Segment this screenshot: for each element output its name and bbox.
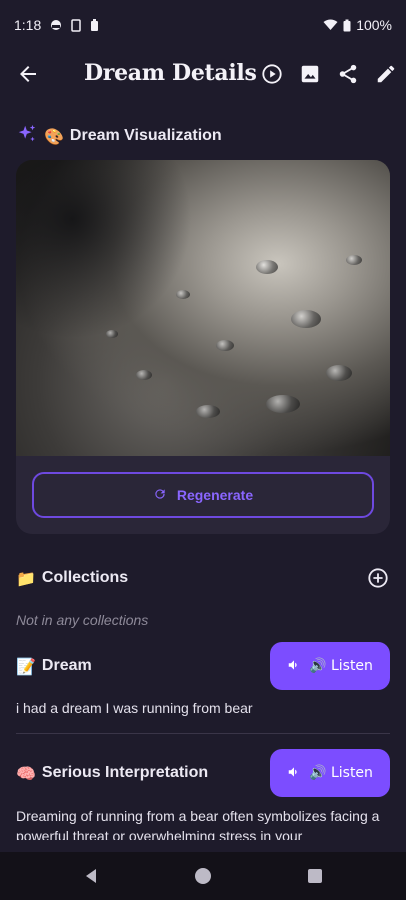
brain-icon: 🧠 — [16, 763, 36, 783]
sim-card-icon — [71, 18, 81, 32]
image-icon[interactable] — [298, 62, 322, 86]
visualization-heading: 🎨 Dream Visualization — [16, 124, 222, 148]
memo-icon: 📝 — [16, 656, 36, 676]
status-right: 100% — [323, 17, 392, 33]
regenerate-button[interactable]: Regenerate — [32, 472, 374, 518]
dream-listen-button[interactable]: 🔊 Listen — [270, 642, 390, 690]
collections-heading: 📁 Collections — [16, 566, 390, 590]
app-notification-icon — [50, 19, 62, 31]
regenerate-label: Regenerate — [176, 487, 254, 503]
play-icon[interactable] — [260, 62, 284, 86]
arrow-back-icon[interactable] — [16, 62, 40, 86]
refresh-icon — [153, 487, 167, 504]
volume-icon — [287, 658, 301, 675]
nav-recents-icon[interactable] — [301, 862, 329, 890]
visualization-title: Dream Visualization — [69, 127, 222, 144]
battery-saver-icon — [90, 18, 99, 32]
battery-icon — [343, 19, 351, 32]
dream-title: Dream — [41, 657, 92, 674]
battery-percent: 100% — [356, 17, 392, 33]
status-bar: 1:18 100% — [0, 0, 406, 50]
nav-home-icon[interactable] — [189, 862, 217, 890]
dream-title-group: 📝 Dream — [16, 657, 92, 676]
edit-icon[interactable] — [374, 62, 398, 86]
interpretation-text: Dreaming of running from a bear often sy… — [16, 808, 380, 840]
dream-image — [16, 160, 390, 456]
nav-back-icon[interactable] — [77, 862, 105, 890]
collections-empty-text: Not in any collections — [16, 612, 149, 628]
interpretation-title-group: 🧠 Serious Interpretation — [16, 764, 208, 783]
status-time: 1:18 — [14, 17, 42, 33]
share-icon[interactable] — [336, 62, 360, 86]
page-title: Dream Details — [84, 60, 257, 86]
volume-icon — [287, 765, 301, 782]
interpretation-listen-button[interactable]: 🔊 Listen — [270, 749, 390, 797]
app-bar-actions — [260, 62, 398, 86]
dream-text: i had a dream I was running from bear — [16, 700, 253, 716]
app-bar: Dream Details — [0, 50, 406, 98]
interpretation-listen-label: 🔊 Listen — [309, 765, 373, 781]
divider — [16, 733, 390, 734]
dream-section-header: 📝 Dream 🔊 Listen — [16, 642, 390, 690]
wifi-icon — [323, 19, 338, 31]
dream-listen-label: 🔊 Listen — [309, 658, 373, 674]
interpretation-title: Serious Interpretation — [41, 764, 209, 781]
visualization-card: Regenerate — [16, 160, 390, 534]
add-collection-icon[interactable] — [366, 566, 390, 590]
status-left: 1:18 — [14, 17, 99, 33]
system-nav-bar — [0, 852, 406, 900]
interpretation-section-header: 🧠 Serious Interpretation 🔊 Listen — [16, 749, 390, 797]
collections-title-group: 📁 Collections — [16, 569, 128, 588]
palette-icon: 🎨 — [44, 126, 64, 146]
collections-title: Collections — [41, 569, 129, 586]
folder-icon: 📁 — [16, 568, 36, 588]
sparkle-icon — [16, 123, 38, 150]
